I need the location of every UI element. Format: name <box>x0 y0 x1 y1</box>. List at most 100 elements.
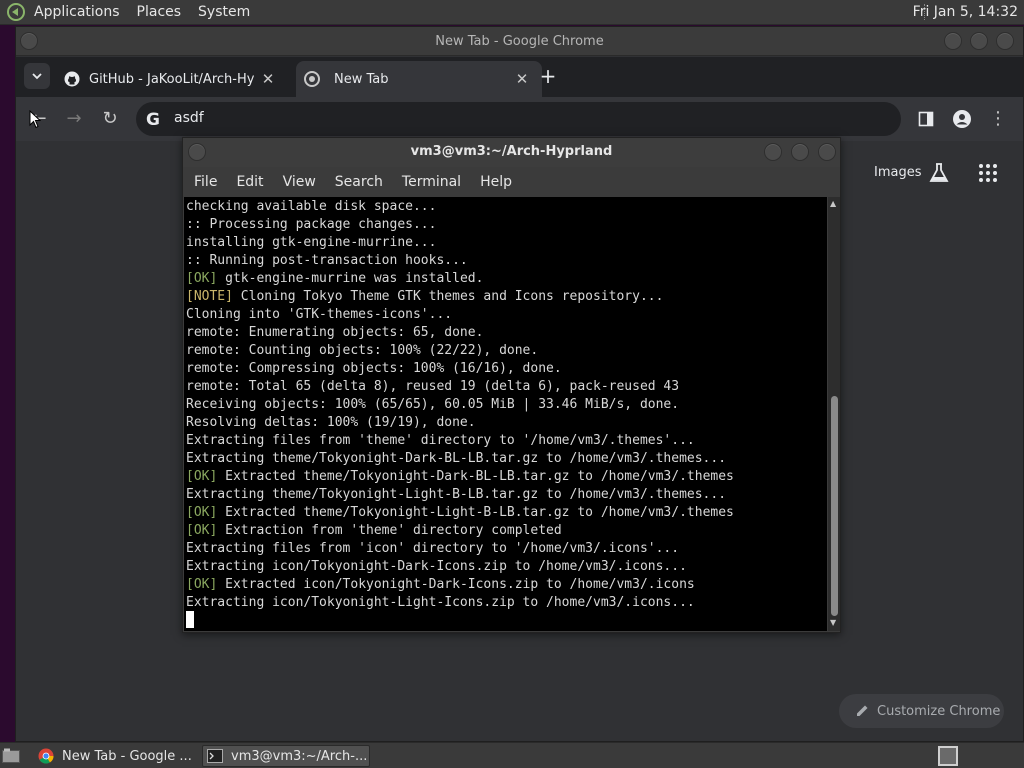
applications-menu[interactable]: Applications <box>34 4 120 20</box>
terminal-line-text: Extracting theme/Tokyonight-Light-B-LB.t… <box>186 487 727 502</box>
terminal-line-text: Extracting icon/Tokyonight-Light-Icons.z… <box>186 595 695 610</box>
scrollbar-thumb[interactable] <box>831 396 838 616</box>
tab-title: GitHub - JaKooLit/Arch-Hyprl <box>89 71 255 87</box>
terminal-titlebar[interactable]: vm3@vm3:~/Arch-Hyprland <box>183 138 840 167</box>
taskbar-item-label: vm3@vm3:~/Arch-... <box>231 748 368 764</box>
chrome-icon <box>38 748 54 764</box>
taskbar-item-chrome[interactable]: New Tab - Google ... <box>34 745 198 767</box>
show-desktop-icon[interactable] <box>2 748 20 767</box>
minimize-button[interactable] <box>764 143 782 161</box>
chrome-icon <box>304 71 320 87</box>
terminal-line-text: remote: Compressing objects: 100% (16/16… <box>186 361 562 376</box>
menu-help[interactable]: Help <box>480 174 512 190</box>
reload-icon[interactable]: ↻ <box>98 107 122 131</box>
bottom-panel: New Tab - Google ... vm3@vm3:~/Arch-... <box>0 742 1024 768</box>
ok-tag: [OK] <box>186 469 218 484</box>
apps-grid-icon[interactable] <box>976 161 1000 185</box>
profile-avatar-icon[interactable] <box>950 107 974 131</box>
terminal-menubar: File Edit View Search Terminal Help <box>183 168 840 196</box>
terminal-line: remote: Compressing objects: 100% (16/16… <box>186 360 734 378</box>
terminal-line-text: Cloning Tokyo Theme GTK themes and Icons… <box>232 289 664 304</box>
terminal-line-text: Extracting files from 'theme' directory … <box>186 433 695 448</box>
labs-flask-icon[interactable] <box>927 161 951 185</box>
menu-view[interactable]: View <box>283 174 316 190</box>
images-link[interactable]: Images <box>874 165 922 180</box>
terminal-line: Extracting theme/Tokyonight-Light-B-LB.t… <box>186 486 734 504</box>
clock[interactable]: Fri Jan 5, 14:32 <box>913 4 1018 20</box>
forward-arrow-icon[interactable]: → <box>62 107 86 131</box>
terminal-cursor <box>186 611 194 628</box>
terminal-scrollbar[interactable]: ▲ ▼ <box>828 197 840 631</box>
terminal-line-text: remote: Total 65 (delta 8), reused 19 (d… <box>186 379 680 394</box>
terminal-line-text: Cloning into 'GTK-themes-icons'... <box>186 307 453 322</box>
menu-terminal[interactable]: Terminal <box>402 174 461 190</box>
tab-search-button[interactable] <box>24 63 50 89</box>
tab-new-tab[interactable]: New Tab ✕ <box>296 61 542 97</box>
top-panel: Applications Places System Fri Jan 5, 14… <box>0 0 1024 25</box>
terminal-output[interactable]: checking available disk space...:: Proce… <box>184 197 827 631</box>
maximize-button[interactable] <box>791 143 809 161</box>
customize-chrome-label: Customize Chrome <box>877 703 1001 719</box>
window-title: vm3@vm3:~/Arch-Hyprland <box>410 144 613 159</box>
chevron-down-icon <box>32 73 42 80</box>
terminal-window: vm3@vm3:~/Arch-Hyprland File Edit View S… <box>182 137 841 633</box>
omnibox-input[interactable]: asdf <box>174 110 204 126</box>
terminal-line-text: gtk-engine-murrine was installed. <box>217 271 484 286</box>
pencil-icon <box>855 703 870 722</box>
terminal-lines: checking available disk space...:: Proce… <box>186 198 734 612</box>
terminal-line-text: Extracting files from 'icon' directory t… <box>186 541 680 556</box>
terminal-line: checking available disk space... <box>186 198 734 216</box>
terminal-line-text: :: Processing package changes... <box>186 217 437 232</box>
side-panel-icon[interactable] <box>914 107 938 131</box>
workspace-switcher[interactable] <box>938 746 958 766</box>
ok-tag: [OK] <box>186 271 218 286</box>
tab-close-icon[interactable]: ✕ <box>514 70 530 88</box>
taskbar-item-label: New Tab - Google ... <box>62 748 192 764</box>
tab-strip: GitHub - JaKooLit/Arch-Hyprl ✕ New Tab ✕… <box>16 57 1023 97</box>
terminal-line: installing gtk-engine-murrine... <box>186 234 734 252</box>
terminal-line-text: Extracting theme/Tokyonight-Dark-BL-LB.t… <box>186 451 727 466</box>
close-button[interactable] <box>818 143 836 161</box>
gnome-foot-icon[interactable] <box>6 2 26 22</box>
chrome-toolbar: ← → ↻ G asdf ⋮ <box>16 97 1023 141</box>
terminal-line: Cloning into 'GTK-themes-icons'... <box>186 306 734 324</box>
kebab-menu-icon[interactable]: ⋮ <box>986 107 1010 131</box>
omnibox[interactable]: G asdf <box>136 102 901 136</box>
system-menu[interactable]: System <box>198 4 250 20</box>
terminal-line-text: Extracted theme/Tokyonight-Dark-BL-LB.ta… <box>217 469 734 484</box>
scroll-up-arrow-icon[interactable]: ▲ <box>830 199 836 208</box>
chrome-titlebar[interactable]: New Tab - Google Chrome <box>16 27 1023 56</box>
terminal-line: remote: Total 65 (delta 8), reused 19 (d… <box>186 378 734 396</box>
tab-github[interactable]: GitHub - JaKooLit/Arch-Hyprl ✕ <box>56 61 288 97</box>
terminal-line-text: Extraction from 'theme' directory comple… <box>217 523 562 538</box>
scroll-down-arrow-icon[interactable]: ▼ <box>830 618 836 627</box>
terminal-line: Extracting files from 'theme' directory … <box>186 432 734 450</box>
terminal-line: [OK] Extracted theme/Tokyonight-Light-B-… <box>186 504 734 522</box>
window-title: New Tab - Google Chrome <box>435 34 604 49</box>
google-g-icon: G <box>146 110 160 130</box>
terminal-line-text: installing gtk-engine-murrine... <box>186 235 437 250</box>
places-menu[interactable]: Places <box>137 4 182 20</box>
terminal-line: Extracting icon/Tokyonight-Light-Icons.z… <box>186 594 734 612</box>
tab-close-icon[interactable]: ✕ <box>260 70 276 88</box>
maximize-button[interactable] <box>970 32 988 50</box>
terminal-line: Extracting icon/Tokyonight-Dark-Icons.zi… <box>186 558 734 576</box>
tab-title: New Tab <box>334 71 389 87</box>
terminal-line-text: remote: Counting objects: 100% (22/22), … <box>186 343 539 358</box>
ok-tag: [OK] <box>186 523 218 538</box>
terminal-line-text: remote: Enumerating objects: 65, done. <box>186 325 484 340</box>
mouse-pointer-icon <box>29 109 42 133</box>
menu-edit[interactable]: Edit <box>236 174 263 190</box>
taskbar-item-terminal[interactable]: vm3@vm3:~/Arch-... <box>202 745 370 767</box>
close-button[interactable] <box>996 32 1014 50</box>
minimize-button[interactable] <box>944 32 962 50</box>
customize-chrome-button[interactable]: Customize Chrome <box>839 694 1004 728</box>
terminal-line: Extracting files from 'icon' directory t… <box>186 540 734 558</box>
new-tab-plus-icon[interactable]: + <box>538 64 558 88</box>
menu-search[interactable]: Search <box>335 174 383 190</box>
terminal-line: Resolving deltas: 100% (19/19), done. <box>186 414 734 432</box>
menu-file[interactable]: File <box>194 174 217 190</box>
terminal-line: :: Running post-transaction hooks... <box>186 252 734 270</box>
terminal-line: [OK] gtk-engine-murrine was installed. <box>186 270 734 288</box>
terminal-line: [OK] Extracted theme/Tokyonight-Dark-BL-… <box>186 468 734 486</box>
